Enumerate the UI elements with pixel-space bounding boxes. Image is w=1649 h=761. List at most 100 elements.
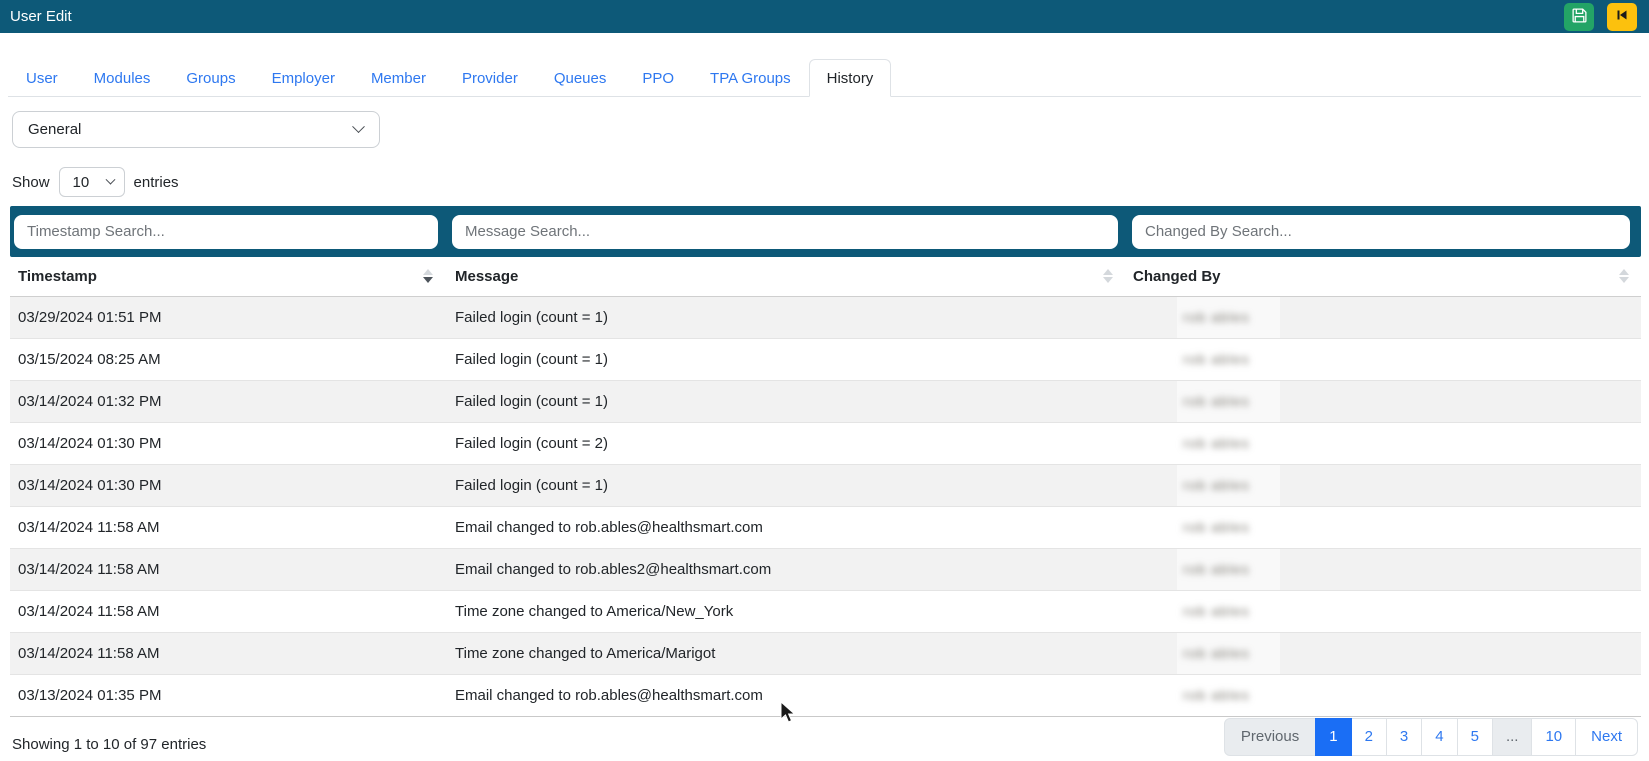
redacted-changed-by: rob ables [1183, 603, 1250, 619]
history-table: Timestamp Message Changed By 03/29/2024 … [10, 257, 1641, 717]
table-row: 03/14/2024 11:58 AM Time zone changed to… [10, 632, 1641, 674]
timestamp-cell: 03/13/2024 01:35 PM [10, 674, 445, 716]
page-length-value: 10 [73, 174, 90, 191]
changed-by-cell: rob ables [1125, 464, 1641, 506]
tab-employer[interactable]: Employer [254, 59, 353, 97]
tab-ppo[interactable]: PPO [624, 59, 692, 97]
table-row: 03/13/2024 01:35 PM Email changed to rob… [10, 674, 1641, 716]
sort-desc-icon [423, 269, 433, 283]
skip-back-icon [1615, 8, 1629, 25]
column-header-timestamp[interactable]: Timestamp [10, 257, 445, 296]
chevron-down-icon [105, 174, 115, 184]
tab-history[interactable]: History [809, 59, 892, 97]
timestamp-cell: 03/15/2024 08:25 AM [10, 338, 445, 380]
topbar-actions [1564, 3, 1639, 31]
tab-provider[interactable]: Provider [444, 59, 536, 97]
redacted-changed-by: rob ables [1183, 393, 1250, 409]
chevron-down-icon [352, 120, 365, 133]
pagination-page-3[interactable]: 3 [1386, 718, 1422, 756]
changed-by-search-input[interactable] [1132, 215, 1630, 249]
sort-icon [1103, 269, 1113, 283]
pagination-page-4[interactable]: 4 [1421, 718, 1457, 756]
message-cell: Failed login (count = 1) [445, 380, 1125, 422]
timestamp-cell: 03/14/2024 11:58 AM [10, 548, 445, 590]
timestamp-cell: 03/29/2024 01:51 PM [10, 296, 445, 338]
tab-user[interactable]: User [8, 59, 76, 97]
changed-by-cell: rob ables [1125, 422, 1641, 464]
pagination-page-2[interactable]: 2 [1351, 718, 1387, 756]
message-search-input[interactable] [452, 215, 1118, 249]
table-row: 03/14/2024 11:58 AM Time zone changed to… [10, 590, 1641, 632]
changed-by-cell: rob ables [1125, 506, 1641, 548]
top-bar: User Edit [0, 0, 1649, 33]
message-cell: Failed login (count = 1) [445, 338, 1125, 380]
timestamp-search-input[interactable] [14, 215, 438, 249]
changed-by-cell: rob ables [1125, 632, 1641, 674]
table-row: 03/14/2024 01:30 PM Failed login (count … [10, 464, 1641, 506]
table-row: 03/14/2024 01:32 PM Failed login (count … [10, 380, 1641, 422]
pagination-ellipsis: ... [1492, 718, 1533, 756]
timestamp-cell: 03/14/2024 11:58 AM [10, 590, 445, 632]
tab-member[interactable]: Member [353, 59, 444, 97]
pagination-page-5[interactable]: 5 [1457, 718, 1493, 756]
timestamp-cell: 03/14/2024 01:32 PM [10, 380, 445, 422]
timestamp-cell: 03/14/2024 01:30 PM [10, 464, 445, 506]
redacted-changed-by: rob ables [1183, 645, 1250, 661]
column-header-changed-by[interactable]: Changed By [1125, 257, 1641, 296]
redacted-changed-by: rob ables [1183, 309, 1250, 325]
message-cell: Failed login (count = 1) [445, 296, 1125, 338]
message-cell: Failed login (count = 1) [445, 464, 1125, 506]
sort-icon [1619, 269, 1629, 283]
message-cell: Email changed to rob.ables@healthsmart.c… [445, 506, 1125, 548]
tab-groups[interactable]: Groups [168, 59, 253, 97]
redacted-changed-by: rob ables [1183, 435, 1250, 451]
table-info-text: Showing 1 to 10 of 97 entries [12, 736, 206, 753]
timestamp-cell: 03/14/2024 01:30 PM [10, 422, 445, 464]
changed-by-cell: rob ables [1125, 380, 1641, 422]
pagination-page-1[interactable]: 1 [1315, 718, 1351, 756]
redacted-changed-by: rob ables [1183, 351, 1250, 367]
table-row: 03/15/2024 08:25 AM Failed login (count … [10, 338, 1641, 380]
tab-bar: User Modules Groups Employer Member Prov… [8, 59, 1641, 97]
column-header-message[interactable]: Message [445, 257, 1125, 296]
page-length-select[interactable]: 10 [59, 167, 125, 197]
message-cell: Email changed to rob.ables@healthsmart.c… [445, 674, 1125, 716]
back-button[interactable] [1607, 3, 1637, 31]
table-row: 03/29/2024 01:51 PM Failed login (count … [10, 296, 1641, 338]
changed-by-cell: rob ables [1125, 338, 1641, 380]
message-cell: Time zone changed to America/Marigot [445, 632, 1125, 674]
changed-by-cell: rob ables [1125, 590, 1641, 632]
message-cell: Email changed to rob.ables2@healthsmart.… [445, 548, 1125, 590]
changed-by-cell: rob ables [1125, 296, 1641, 338]
changed-by-cell: rob ables [1125, 548, 1641, 590]
pagination-page-10[interactable]: 10 [1531, 718, 1576, 756]
pagination-next-button[interactable]: Next [1575, 718, 1638, 756]
tab-modules[interactable]: Modules [76, 59, 169, 97]
timestamp-cell: 03/14/2024 11:58 AM [10, 506, 445, 548]
table-row: 03/14/2024 11:58 AM Email changed to rob… [10, 548, 1641, 590]
table-row: 03/14/2024 11:58 AM Email changed to rob… [10, 506, 1641, 548]
column-search-band [10, 206, 1641, 257]
table-header-row: Timestamp Message Changed By [10, 257, 1641, 296]
redacted-changed-by: rob ables [1183, 477, 1250, 493]
page-title: User Edit [10, 8, 72, 25]
floppy-disk-icon [1571, 7, 1588, 27]
pagination-previous-button[interactable]: Previous [1224, 718, 1316, 756]
changed-by-cell: rob ables [1125, 674, 1641, 716]
pagination: Previous 1 2 3 4 5 ... 10 Next [1224, 718, 1638, 756]
timestamp-cell: 03/14/2024 11:58 AM [10, 632, 445, 674]
table-row: 03/14/2024 01:30 PM Failed login (count … [10, 422, 1641, 464]
redacted-changed-by: rob ables [1183, 519, 1250, 535]
entries-label: entries [134, 174, 179, 191]
tab-queues[interactable]: Queues [536, 59, 625, 97]
save-button[interactable] [1564, 3, 1594, 31]
message-cell: Time zone changed to America/New_York [445, 590, 1125, 632]
history-category-select[interactable]: General [12, 111, 380, 148]
show-label: Show [12, 174, 50, 191]
show-entries-row: Show 10 entries [12, 167, 179, 197]
tab-tpa-groups[interactable]: TPA Groups [692, 59, 809, 97]
redacted-changed-by: rob ables [1183, 561, 1250, 577]
history-category-value: General [28, 121, 81, 138]
redacted-changed-by: rob ables [1183, 687, 1250, 703]
message-cell: Failed login (count = 2) [445, 422, 1125, 464]
